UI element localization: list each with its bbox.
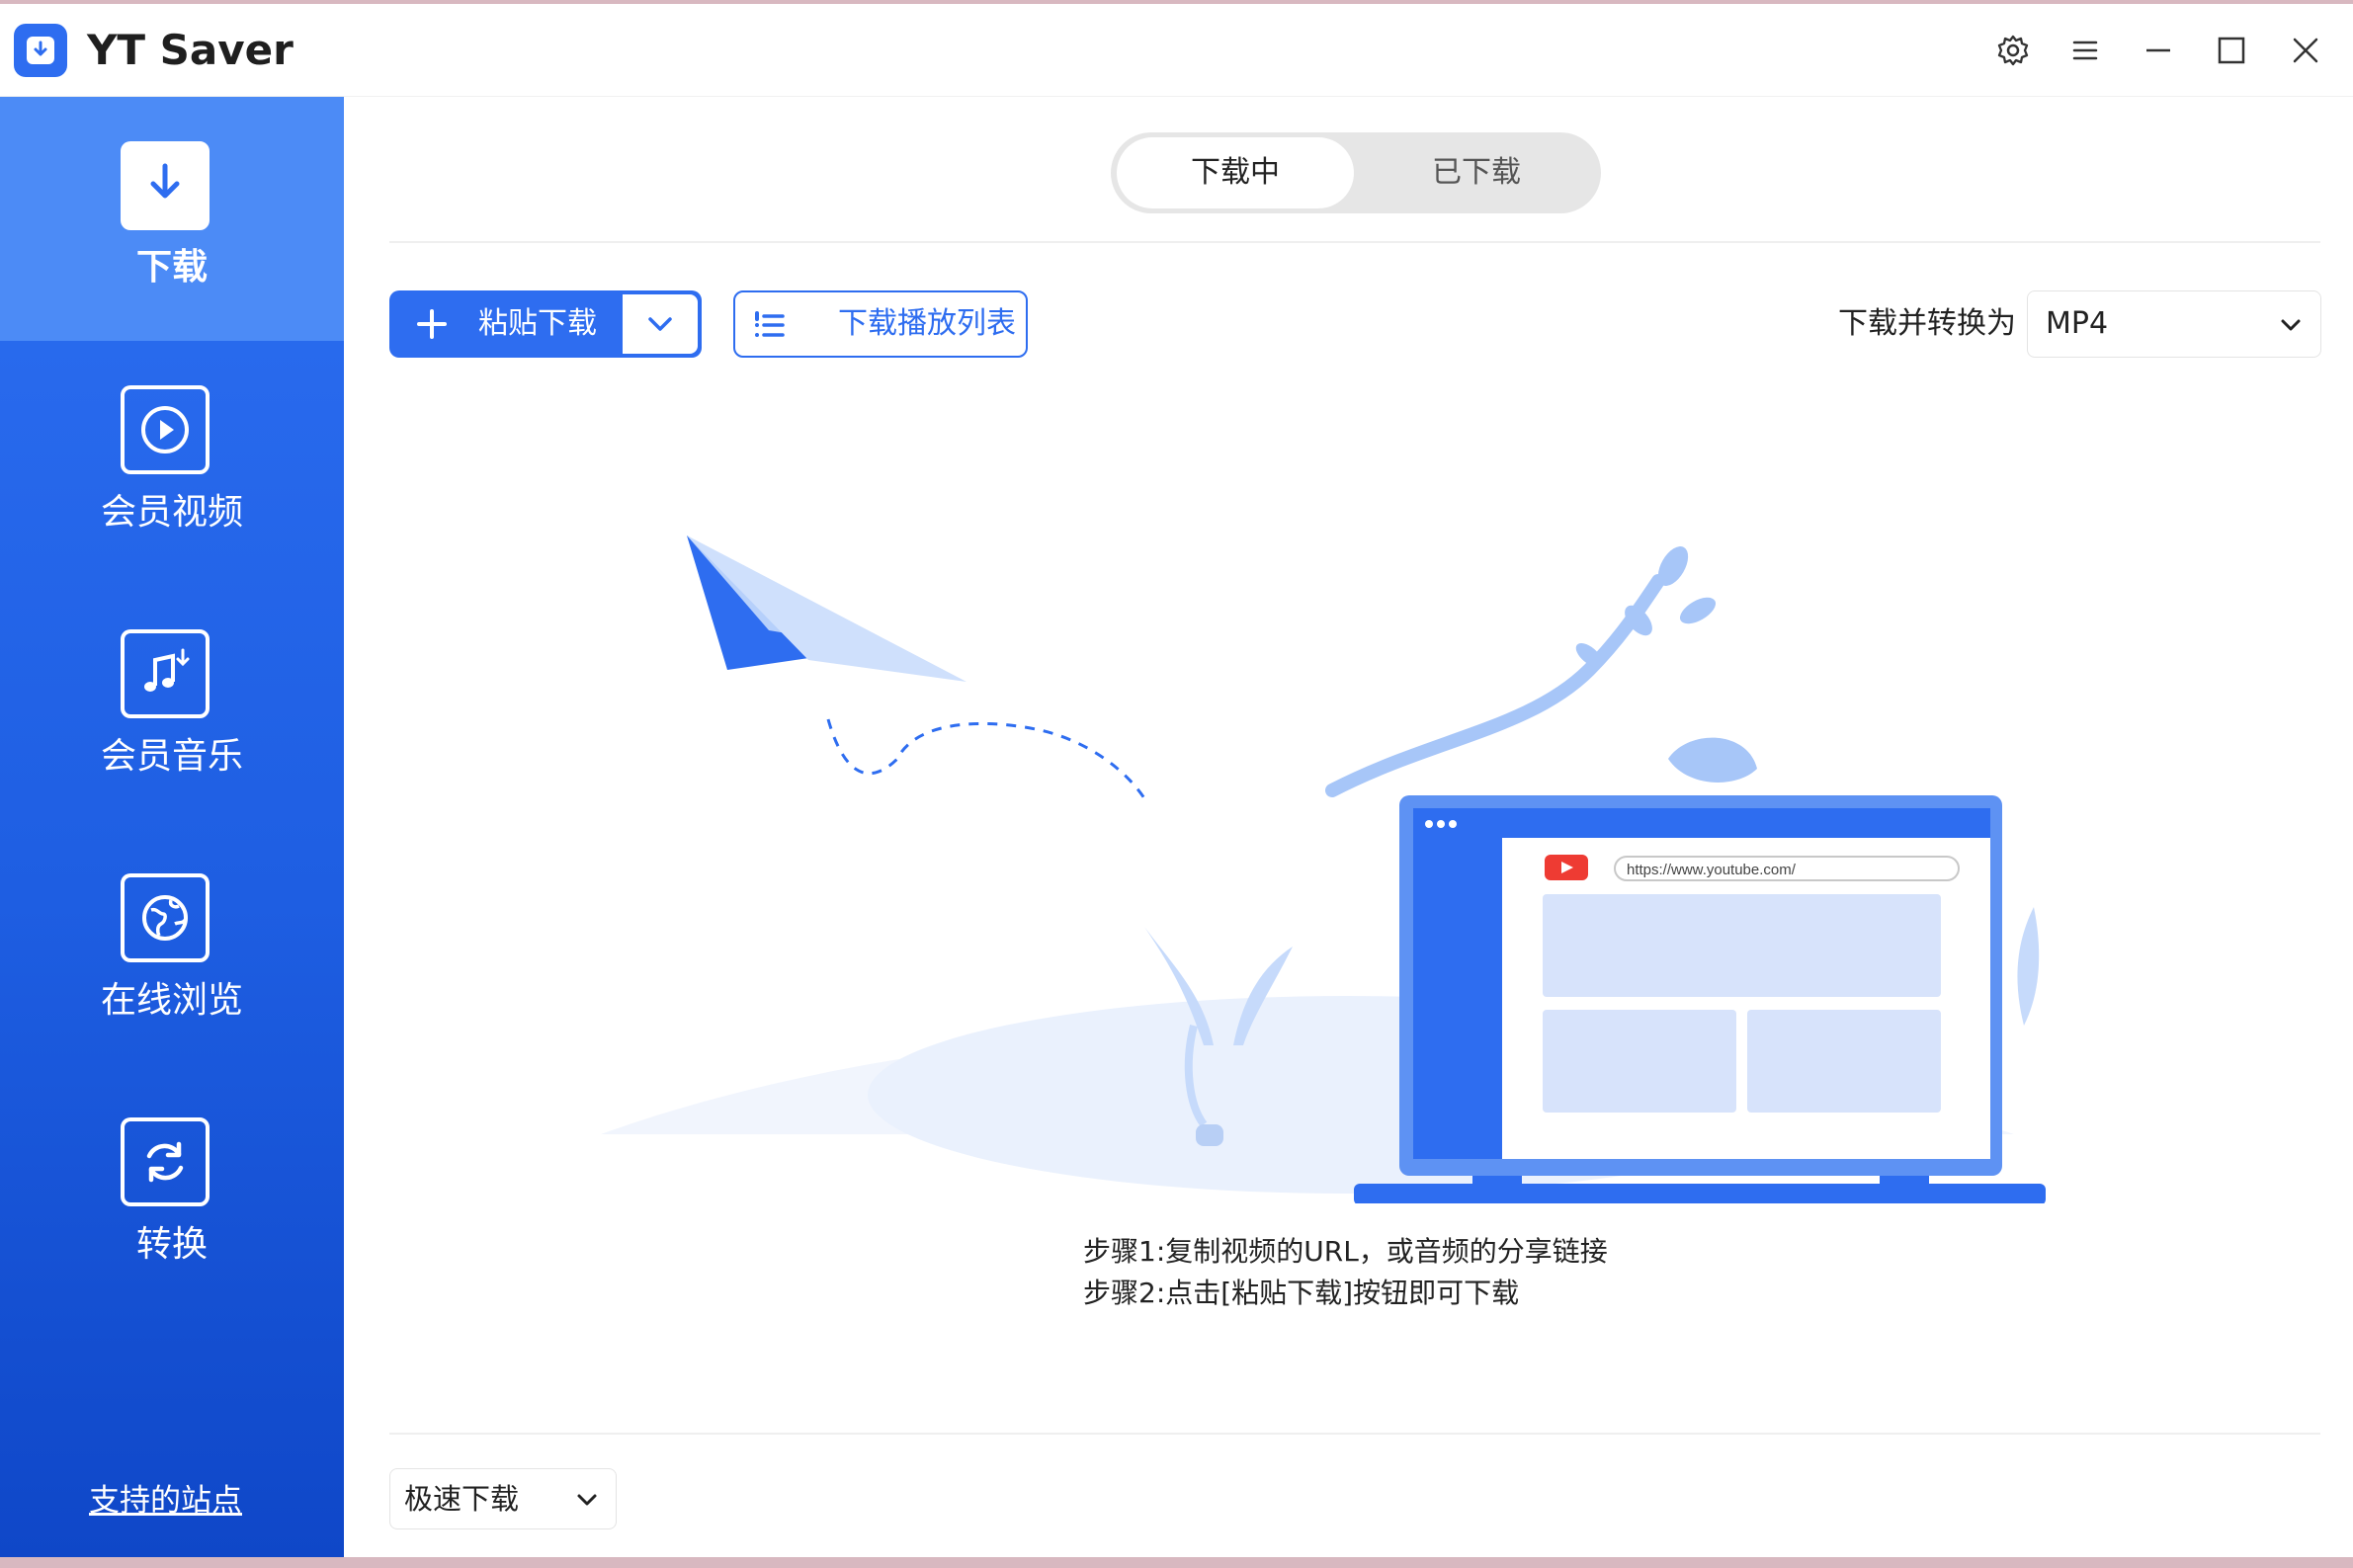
sidebar-item-label: 会员音乐 xyxy=(100,736,243,777)
laptop-illustration: https://www.youtube.com/ xyxy=(601,536,2046,1203)
app-window: YT Saver 下载 会员视频 会员音乐 在线浏览 转换 支持的站点 下载中 … xyxy=(0,4,2353,1557)
globe-icon xyxy=(121,873,210,962)
chevron-down-icon xyxy=(577,1494,597,1506)
chevron-down-icon xyxy=(648,317,672,331)
sidebar-item-convert[interactable]: 转换 xyxy=(0,1073,344,1317)
app-title: YT Saver xyxy=(87,26,294,74)
convert-format-label: 下载并转换为 xyxy=(1838,306,2016,341)
download-icon xyxy=(121,141,210,230)
sidebar-item-member-music[interactable]: 会员音乐 xyxy=(0,585,344,829)
menu-icon[interactable] xyxy=(2060,26,2110,75)
list-icon xyxy=(755,311,785,337)
illustration-url-text: https://www.youtube.com/ xyxy=(1627,862,1797,878)
paste-download-label: 粘贴下载 xyxy=(478,306,597,341)
app-logo-icon xyxy=(14,24,67,77)
music-note-icon xyxy=(121,629,210,718)
sidebar-item-label: 下载 xyxy=(135,247,208,288)
plus-icon xyxy=(417,309,447,339)
sidebar-item-browse-online[interactable]: 在线浏览 xyxy=(0,829,344,1073)
divider xyxy=(389,241,2320,243)
sidebar-item-download[interactable]: 下载 xyxy=(0,97,344,341)
sidebar-item-label: 转换 xyxy=(135,1224,208,1265)
instructions: 步骤1:复制视频的URL，或音频的分享链接 步骤2:点击[粘贴下载]按钮即可下载 xyxy=(1083,1231,1608,1314)
title-bar: YT Saver xyxy=(0,4,2353,97)
play-circle-icon xyxy=(121,385,210,474)
sidebar-item-label: 在线浏览 xyxy=(100,980,243,1021)
main-panel: 下载中 已下载 粘贴下载 下载播放列表 下载并转换为 MP4 https://w… xyxy=(344,97,2353,1557)
step-1-text: 步骤1:复制视频的URL，或音频的分享链接 xyxy=(1083,1235,1608,1268)
minimize-icon[interactable] xyxy=(2134,26,2183,75)
sidebar-item-member-video[interactable]: 会员视频 xyxy=(0,341,344,585)
tab-switcher: 下载中 已下载 xyxy=(1111,132,1601,213)
step-2-text: 步骤2:点击[粘贴下载]按钮即可下载 xyxy=(1083,1277,1520,1309)
chevron-down-icon xyxy=(2281,319,2301,331)
divider xyxy=(389,1433,2320,1435)
sidebar: 下载 会员视频 会员音乐 在线浏览 转换 支持的站点 xyxy=(0,97,344,1557)
speed-mode-select[interactable]: 极速下载 xyxy=(389,1468,617,1529)
settings-gear-icon[interactable] xyxy=(1988,26,2038,75)
tab-downloading[interactable]: 下载中 xyxy=(1117,137,1354,208)
format-value: MP4 xyxy=(2046,306,2109,341)
refresh-icon xyxy=(121,1117,210,1206)
tab-downloaded[interactable]: 已下载 xyxy=(1358,137,1595,208)
close-icon[interactable] xyxy=(2281,26,2330,75)
download-playlist-button[interactable]: 下载播放列表 xyxy=(733,290,1028,358)
speed-mode-value: 极速下载 xyxy=(404,1482,520,1516)
download-playlist-label: 下载播放列表 xyxy=(838,306,1016,341)
supported-sites-link[interactable]: 支持的站点 xyxy=(0,1475,331,1520)
maximize-icon[interactable] xyxy=(2207,26,2256,75)
paste-download-button[interactable]: 粘贴下载 xyxy=(389,290,702,358)
paste-options-dropdown[interactable] xyxy=(623,294,698,354)
sidebar-item-label: 会员视频 xyxy=(100,492,243,533)
format-select[interactable]: MP4 xyxy=(2027,290,2321,358)
